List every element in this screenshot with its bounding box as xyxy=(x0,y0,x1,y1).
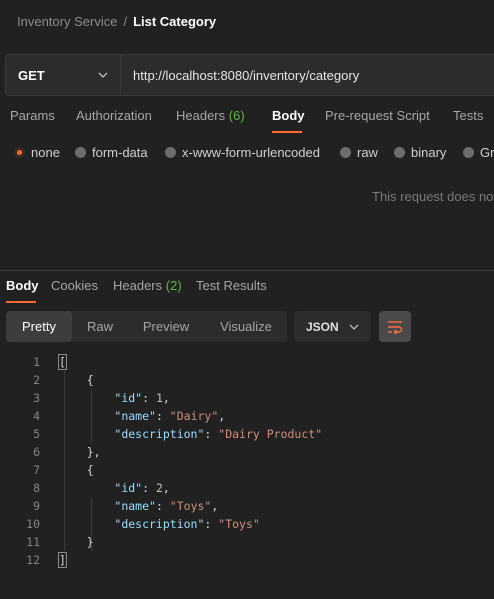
breadcrumb-collection[interactable]: Inventory Service xyxy=(17,14,117,29)
tab-body[interactable]: Body xyxy=(272,108,305,123)
code-line: 4 "name": "Dairy", xyxy=(0,407,494,425)
response-body-viewer[interactable]: 1[2 {3 "id": 1, 4 "name": "Dairy", 5 "desc… xyxy=(0,353,494,569)
view-raw-button[interactable]: Raw xyxy=(76,311,124,342)
code-line: 12] xyxy=(0,551,494,569)
line-number: 7 xyxy=(33,463,40,477)
code-line: 2 { xyxy=(0,371,494,389)
no-body-message: This request does not xyxy=(372,189,494,204)
radio-icon xyxy=(463,147,474,158)
breadcrumb: Inventory Service / List Category xyxy=(17,14,216,29)
code-text: }, xyxy=(59,445,101,459)
code-line: 9 "name": "Toys", xyxy=(0,497,494,515)
line-number: 1 xyxy=(33,355,40,369)
code-line: 7 { xyxy=(0,461,494,479)
tab-params[interactable]: Params xyxy=(10,108,55,123)
wrap-lines-icon xyxy=(388,320,403,334)
line-number: 9 xyxy=(33,499,40,513)
chevron-down-icon xyxy=(349,324,359,330)
code-line: 11 } xyxy=(0,533,494,551)
response-tab-test-results[interactable]: Test Results xyxy=(196,278,267,293)
line-number: 12 xyxy=(26,553,40,567)
radio-raw[interactable]: raw xyxy=(340,145,378,160)
code-text: ] xyxy=(58,552,67,568)
radio-icon xyxy=(394,147,405,158)
code-line: 10 "description": "Toys" xyxy=(0,515,494,533)
code-line: 3 "id": 1, xyxy=(0,389,494,407)
url-input[interactable]: http://localhost:8080/inventory/category xyxy=(121,55,494,95)
body-type-options: none form-data x-www-form-urlencoded raw… xyxy=(0,145,494,165)
code-line: 5 "description": "Dairy Product" xyxy=(0,425,494,443)
line-number: 6 xyxy=(33,445,40,459)
method-label: GET xyxy=(18,67,45,83)
line-number: 2 xyxy=(33,373,40,387)
line-number: 4 xyxy=(33,409,40,423)
tab-headers[interactable]: Headers (6) xyxy=(176,108,245,123)
format-select[interactable]: JSON xyxy=(294,311,371,342)
code-text: [ xyxy=(58,354,67,370)
request-title[interactable]: List Category xyxy=(133,14,216,29)
line-number: 10 xyxy=(26,517,40,531)
radio-icon xyxy=(75,147,86,158)
wrap-lines-button[interactable] xyxy=(379,311,411,342)
tab-authorization[interactable]: Authorization xyxy=(76,108,152,123)
format-label: JSON xyxy=(306,319,339,334)
breadcrumb-separator: / xyxy=(123,14,128,29)
code-text: } xyxy=(59,535,94,549)
tab-pre-request-script[interactable]: Pre-request Script xyxy=(325,108,430,123)
code-text: "name": "Toys", xyxy=(114,499,219,513)
response-tab-cookies[interactable]: Cookies xyxy=(51,278,98,293)
response-tab-body[interactable]: Body xyxy=(6,278,39,293)
radio-x-www-form-urlencoded[interactable]: x-www-form-urlencoded xyxy=(165,145,320,160)
code-lines: 1[2 {3 "id": 1, 4 "name": "Dairy", 5 "desc… xyxy=(0,353,494,569)
active-response-tab-indicator xyxy=(6,301,36,303)
response-headers-count: (2) xyxy=(165,278,182,293)
view-pretty-button[interactable]: Pretty xyxy=(6,311,72,342)
code-text: "id": 1, xyxy=(114,391,170,405)
response-tab-headers[interactable]: Headers (2) xyxy=(113,278,182,293)
view-visualize-button[interactable]: Visualize xyxy=(208,311,284,342)
code-text: { xyxy=(59,463,94,477)
view-preview-button[interactable]: Preview xyxy=(134,311,198,342)
radio-icon xyxy=(340,147,351,158)
pane-divider[interactable] xyxy=(0,270,494,271)
line-number: 5 xyxy=(33,427,40,441)
code-text: "id": 2, xyxy=(114,481,170,495)
request-tabs: Params Authorization Headers (6) Body Pr… xyxy=(0,108,494,132)
radio-none[interactable]: none xyxy=(14,145,60,160)
url-bar: GET http://localhost:8080/inventory/cate… xyxy=(5,54,494,96)
code-text: "description": "Dairy Product" xyxy=(114,427,323,441)
active-tab-indicator xyxy=(272,131,302,133)
code-line: 6 }, xyxy=(0,443,494,461)
line-number: 3 xyxy=(33,391,40,405)
code-text: { xyxy=(59,373,94,387)
tab-tests[interactable]: Tests xyxy=(453,108,483,123)
radio-form-data[interactable]: form-data xyxy=(75,145,148,160)
line-number: 8 xyxy=(33,481,40,495)
radio-graphql[interactable]: Gr xyxy=(463,145,494,160)
method-select[interactable]: GET xyxy=(6,55,121,95)
line-number: 11 xyxy=(26,535,40,549)
response-tabs: Body Cookies Headers (2) Test Results xyxy=(0,278,494,302)
code-text: "description": "Toys" xyxy=(114,517,260,531)
headers-count: (6) xyxy=(228,108,245,123)
radio-binary[interactable]: binary xyxy=(394,145,446,160)
code-line: 8 "id": 2, xyxy=(0,479,494,497)
radio-selected-icon xyxy=(14,147,25,158)
chevron-down-icon xyxy=(98,72,108,78)
radio-icon xyxy=(165,147,176,158)
code-line: 1[ xyxy=(0,353,494,371)
code-text: "name": "Dairy", xyxy=(114,409,226,423)
view-mode-group: Pretty Raw Preview Visualize xyxy=(6,311,287,342)
